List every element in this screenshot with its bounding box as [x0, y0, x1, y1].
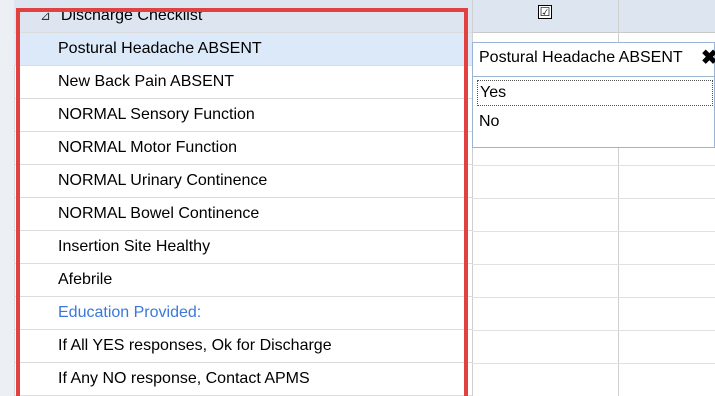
checklist-label-column: ⊿ Discharge Checklist Postural Headache …	[14, 0, 472, 396]
dropdown-title: Postural Headache ABSENT	[479, 49, 683, 66]
instruction-row[interactable]: If Any NO response, Contact APMS	[14, 363, 472, 396]
grid-line	[472, 231, 715, 232]
row-gutter	[0, 0, 15, 396]
checklist-row[interactable]: New Back Pain ABSENT	[14, 66, 472, 99]
section-label-education[interactable]: Education Provided:	[14, 297, 472, 330]
row-label: NORMAL Motor Function	[58, 139, 238, 156]
checklist-row[interactable]: Insertion Site Healthy	[14, 231, 472, 264]
checklist-row[interactable]: NORMAL Urinary Continence	[14, 165, 472, 198]
checklist-row[interactable]: Postural Headache ABSENT	[14, 33, 472, 66]
flowsheet-grid: ☑ ⊿ Discharge Checklist Postural Headach…	[0, 0, 715, 396]
checklist-row[interactable]: NORMAL Motor Function	[14, 132, 472, 165]
group-header-discharge-checklist[interactable]: ⊿ Discharge Checklist	[14, 0, 472, 33]
row-label: Insertion Site Healthy	[58, 238, 211, 255]
checklist-row[interactable]: Afebrile	[14, 264, 472, 297]
row-label: NORMAL Sensory Function	[58, 106, 255, 123]
row-label: If All YES responses, Ok for Discharge	[58, 337, 332, 354]
row-label: Postural Headache ABSENT	[58, 40, 262, 57]
group-header-label: Discharge Checklist	[60, 7, 203, 24]
grid-line	[472, 264, 715, 265]
grid-line	[472, 198, 715, 199]
grid-line	[472, 330, 715, 331]
response-dropdown[interactable]: Postural Headache ABSENT ✖ Yes No	[472, 42, 715, 148]
checklist-row[interactable]: NORMAL Bowel Continence	[14, 198, 472, 231]
dropdown-option-yes[interactable]: Yes	[477, 80, 713, 106]
row-label: Afebrile	[58, 271, 113, 288]
grid-line	[472, 165, 715, 166]
row-label: Education Provided:	[58, 304, 202, 321]
dropdown-option-no[interactable]: No	[477, 110, 713, 136]
grid-line	[472, 297, 715, 298]
dropdown-divider	[473, 76, 715, 77]
column-checkbox[interactable]: ☑	[538, 5, 552, 19]
row-label: If Any NO response, Contact APMS	[58, 370, 310, 387]
instruction-row[interactable]: If All YES responses, Ok for Discharge	[14, 330, 472, 363]
close-icon[interactable]: ✖	[701, 45, 715, 70]
row-label: NORMAL Urinary Continence	[58, 172, 268, 189]
row-label: NORMAL Bowel Continence	[58, 205, 260, 222]
row-label: New Back Pain ABSENT	[58, 73, 235, 90]
column-header-cell	[618, 0, 715, 33]
checklist-row[interactable]: NORMAL Sensory Function	[14, 99, 472, 132]
collapse-triangle-icon[interactable]: ⊿	[40, 8, 51, 24]
grid-line	[472, 363, 715, 364]
